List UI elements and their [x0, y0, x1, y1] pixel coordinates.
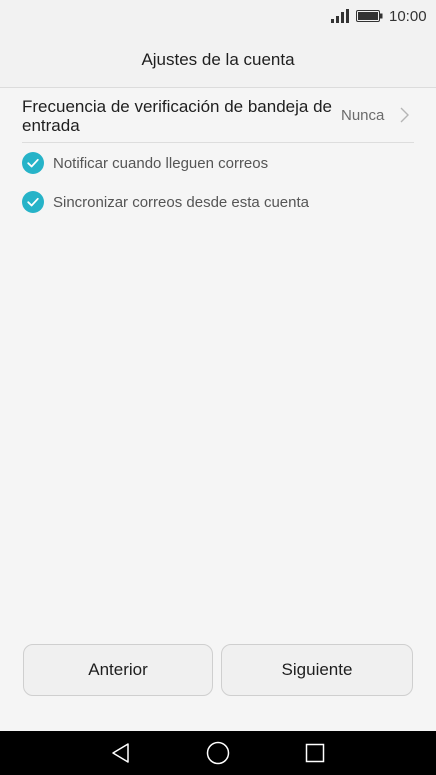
next-button[interactable]: Siguiente [221, 644, 413, 696]
page-title: Ajustes de la cuenta [141, 50, 295, 69]
inbox-check-frequency-label: Frecuencia de verificación de bandeja de… [22, 97, 332, 135]
checkbox-checked-icon[interactable] [22, 191, 44, 213]
signal-icon [331, 9, 349, 23]
notify-new-mail-label: Notificar cuando lleguen correos [53, 155, 269, 172]
previous-button[interactable]: Anterior [23, 644, 213, 696]
chevron-right-icon [400, 107, 409, 123]
status-time: 10:00 [389, 8, 427, 25]
nav-recent-icon[interactable] [305, 743, 325, 763]
inbox-check-frequency-value: Nunca [341, 107, 385, 124]
checkbox-checked-icon[interactable] [22, 152, 44, 174]
sync-mail-option[interactable]: Sincronizar correos desde esta cuenta [22, 190, 414, 216]
status-bar: 10:00 [0, 0, 436, 34]
notify-new-mail-option[interactable]: Notificar cuando lleguen correos [22, 151, 414, 177]
battery-icon [356, 10, 383, 22]
sync-mail-label: Sincronizar correos desde esta cuenta [53, 194, 309, 211]
title-bar: Ajustes de la cuenta [0, 34, 436, 88]
inbox-check-frequency-row[interactable]: Frecuencia de verificación de bandeja de… [22, 96, 414, 143]
nav-home-icon[interactable] [206, 741, 230, 765]
navigation-bar [0, 731, 436, 775]
nav-back-icon[interactable] [110, 742, 132, 764]
